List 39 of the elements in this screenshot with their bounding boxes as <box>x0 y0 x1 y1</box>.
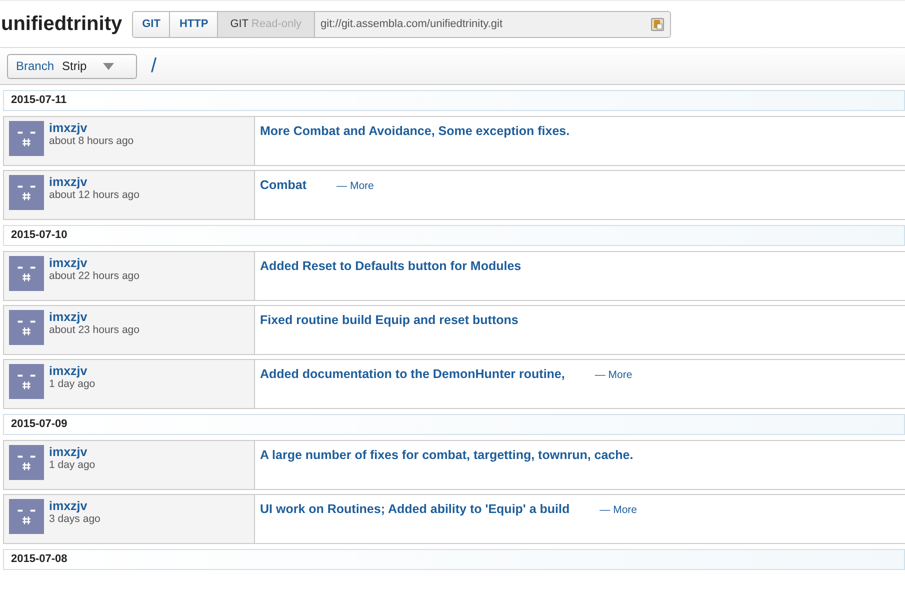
commit-time: about 23 hours ago <box>49 324 140 336</box>
commit-message-link[interactable]: UI work on Routines; Added ability to 'Equip' a build <box>260 502 570 516</box>
author-link[interactable]: imxzjv <box>49 121 134 135</box>
avatar-icon <box>9 175 44 210</box>
avatar-icon <box>9 310 44 345</box>
commit-message-link[interactable]: A large number of fixes for combat, targetting, townrun, cache. <box>260 448 634 462</box>
avatar-icon <box>9 445 44 480</box>
commit-message-link[interactable]: Fixed routine build Equip and reset buttons <box>260 313 518 327</box>
more-link[interactable]: — More <box>594 369 632 381</box>
commit-time: 3 days ago <box>49 513 100 525</box>
avatar-icon <box>9 364 44 399</box>
commit-message-link[interactable]: Added documentation to the DemonHunter routine, <box>260 367 565 381</box>
commit-message-link[interactable]: Added Reset to Defaults button for Modules <box>260 259 522 273</box>
path-link[interactable]: / <box>151 54 157 78</box>
more-link[interactable]: — More <box>600 504 637 516</box>
commit-message-link[interactable]: Combat <box>260 178 307 192</box>
avatar-icon <box>9 499 44 534</box>
author-link[interactable]: imxzjv <box>49 310 140 324</box>
commit-time: 1 day ago <box>49 459 96 471</box>
avatar-icon <box>9 121 44 156</box>
author-link[interactable]: imxzjv <box>49 175 140 189</box>
author-link[interactable]: imxzjv <box>49 364 96 378</box>
branch-dropdown[interactable]: Branch Strip <box>7 54 137 78</box>
repo-title: unifiedtrinity <box>0 12 122 36</box>
author-link[interactable]: imxzjv <box>49 499 100 513</box>
commit-time: about 12 hours ago <box>49 189 140 201</box>
author-link[interactable]: imxzjv <box>49 445 96 459</box>
caret-icon <box>102 62 114 70</box>
commit-message-link[interactable]: More Combat and Avoidance, Some exception fixes. <box>260 124 570 138</box>
date-header: 2015-07-11 <box>3 90 905 111</box>
avatar-icon <box>9 256 44 291</box>
date-header: 2015-07-10 <box>3 225 905 246</box>
commit-time: about 22 hours ago <box>49 270 140 282</box>
commit-time: 1 day ago <box>49 378 96 390</box>
date-header: 2015-07-08 <box>3 549 905 570</box>
date-header: 2015-07-09 <box>3 414 905 435</box>
author-link[interactable]: imxzjv <box>49 256 140 270</box>
more-link[interactable]: — More <box>336 180 374 192</box>
commit-time: about 8 hours ago <box>49 135 134 147</box>
